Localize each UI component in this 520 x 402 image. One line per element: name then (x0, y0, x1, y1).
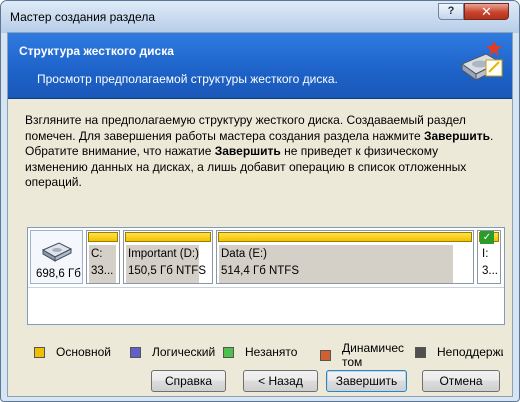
legend-label: Незанято (245, 345, 298, 359)
partition-info: 33... (91, 265, 114, 277)
legend-label: Логический (152, 345, 216, 359)
legend-label: Динамичес том (342, 341, 406, 369)
partition-name: I: (482, 248, 489, 260)
description-bold-finish: Завершить (214, 144, 281, 158)
disk-map[interactable]: 698,6 Гб C: 33... Important (D:) 150,5 Г… (27, 227, 505, 325)
legend-swatch (415, 347, 426, 358)
legend-item-dynamic: Динамичес том (320, 341, 410, 371)
wizard-client-area: Структура жесткого диска Просмотр предпо… (7, 32, 513, 397)
wizard-window: Мастер создания раздела ? ✕ Структура же… (0, 0, 520, 402)
legend-swatch (223, 347, 234, 358)
partition-data-e[interactable]: Data (E:) 514,4 Гб NTFS (216, 230, 474, 284)
partition-important-d[interactable]: Important (D:) 150,5 Гб NTFS (123, 230, 213, 284)
description-line: операций. (25, 175, 82, 189)
selected-check-icon: ✓ (480, 231, 494, 244)
header-title: Структура жесткого диска (19, 44, 174, 58)
partition-type-bar (88, 232, 118, 242)
partition-name: Important (D:) (128, 248, 199, 260)
legend-label-line: Динамичес (342, 341, 405, 355)
description-text: Взгляните на предполагаемую структуру же… (25, 113, 505, 191)
description-line: Обратите внимание, что нажатие Завершить… (25, 144, 505, 160)
legend-item-unallocated: Незанято (223, 341, 313, 371)
header-subtitle: Просмотр предполагаемой структуры жестко… (37, 72, 338, 86)
partition-name: C: (91, 248, 103, 260)
description-text-part: Обратите внимание, что нажатие (25, 144, 215, 158)
partition-info: 3... (482, 265, 498, 277)
legend-item-primary: Основной (34, 341, 124, 371)
hard-disk-icon (41, 242, 73, 262)
description-line: помечен. Для завершения работы мастера с… (25, 129, 505, 145)
title-bar[interactable]: Мастер создания раздела ? ✕ (1, 1, 519, 33)
description-line: изменению данных на дисках, а лишь добав… (25, 159, 467, 174)
cancel-button[interactable]: Отмена (422, 370, 500, 392)
legend-item-unsupported: Неподдерживаемый (415, 341, 505, 371)
close-button[interactable]: ✕ (464, 3, 509, 20)
help-title-button[interactable]: ? (438, 3, 464, 20)
legend-swatch (320, 350, 331, 361)
partition-info: 150,5 Гб NTFS (128, 265, 207, 277)
partition-new-i[interactable]: ✓ I: 3... (477, 230, 501, 284)
partition-legend: Основной Логический Незанято Динамичес т… (34, 341, 504, 371)
legend-swatch (130, 347, 141, 358)
partition-c[interactable]: C: 33... (86, 230, 120, 284)
window-title: Мастер создания раздела (10, 10, 156, 24)
legend-item-logical: Логический (130, 341, 220, 371)
back-button[interactable]: < Назад (243, 370, 318, 392)
help-button[interactable]: Справка (151, 370, 226, 392)
finish-button[interactable]: Завершить (326, 370, 407, 392)
description-text-part: не приведет к физическому (280, 144, 439, 158)
legend-label: Основной (56, 345, 112, 359)
description-bold-finish: Завершить (423, 128, 491, 143)
partition-type-bar (218, 232, 472, 242)
disk-size-label: 698,6 Гб (36, 268, 81, 280)
legend-swatch (34, 347, 45, 358)
hard-disk-wizard-icon (460, 40, 503, 81)
disk-info-cell[interactable]: 698,6 Гб (30, 230, 83, 284)
wizard-header: Структура жесткого диска Просмотр предпо… (8, 33, 512, 99)
description-text-part: . (490, 128, 494, 143)
description-text-part: помечен. Для завершения работы мастера с… (25, 128, 424, 143)
disk-row: 698,6 Гб C: 33... Important (D:) 150,5 Г… (28, 228, 504, 288)
partition-type-bar (125, 232, 211, 242)
legend-label: Неподдерживаемый (437, 345, 503, 359)
partition-name: Data (E:) (221, 248, 268, 260)
partition-info: 514,4 Гб NTFS (221, 265, 300, 277)
legend-label-line: том (342, 355, 363, 369)
description-line: Взгляните на предполагаемую структуру же… (25, 113, 466, 127)
